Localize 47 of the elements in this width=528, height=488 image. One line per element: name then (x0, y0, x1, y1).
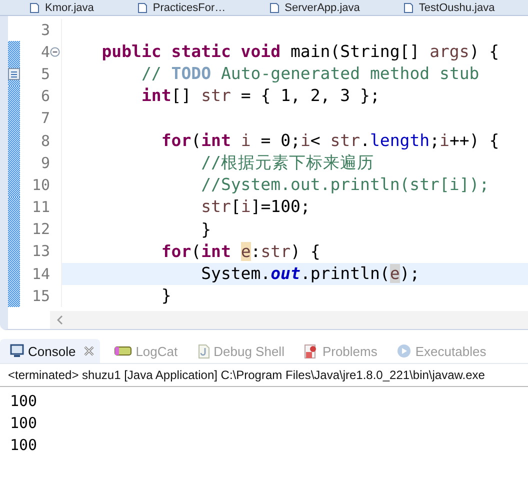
console-output-line: 100 (10, 391, 38, 412)
code-line: int[] str = { 1, 2, 3 }; (140, 88, 380, 105)
editor-tab[interactable]: PracticesFor… (138, 2, 226, 14)
code-line: System.out.println(e); (200, 266, 420, 282)
java-file-icon (270, 2, 279, 12)
code-editor[interactable] (0, 16, 528, 330)
logcat-icon (114, 344, 132, 358)
line-number: 11 (30, 200, 50, 216)
line-number: 8 (40, 134, 50, 149)
line-number: 7 (40, 111, 50, 126)
java-file-icon (404, 2, 413, 12)
java-file-icon (30, 2, 39, 12)
code-line: } (160, 288, 172, 305)
play-icon (397, 344, 412, 358)
line-number: 5 (40, 66, 50, 82)
code-line: str[i]=100; (200, 199, 310, 216)
problems-icon (304, 344, 318, 359)
view-tab[interactable]: Console (0, 339, 100, 364)
line-number: 14 (30, 266, 50, 282)
code-line: // TODO Auto-generated method stub (140, 66, 480, 83)
code-line: public static void main(String[] args) { (100, 44, 500, 61)
monitor-icon (10, 344, 24, 358)
horizontal-scrollbar[interactable] (50, 311, 528, 330)
console-output-line: 100 (10, 435, 38, 456)
line-number: 13 (30, 244, 50, 260)
java-file-icon (138, 2, 147, 12)
editor-tab[interactable]: TestOushu.java (404, 2, 495, 14)
collapse-icon[interactable] (50, 47, 60, 58)
code-line: //System.out.println(str[i]); (200, 177, 490, 194)
line-number: 10 (30, 178, 50, 193)
code-line: for(int i = 0;i< str.length;i++) { (160, 132, 500, 150)
line-number: 15 (30, 288, 50, 304)
line-number: 12 (30, 222, 50, 238)
file-icon (198, 344, 210, 359)
line-number: 3 (40, 22, 50, 38)
code-line: } (200, 222, 212, 238)
close-icon[interactable] (84, 346, 94, 356)
code-line: //根据元素下标来遍历 (200, 154, 374, 172)
console-status: <terminated> shuzu1 [Java Application] C:\Program Files\Java\jre1.8.0_221\bin\javaw.exe (0, 364, 528, 388)
chevron-left-icon[interactable] (56, 315, 63, 326)
editor-tab[interactable]: ServerApp.java (270, 2, 360, 14)
line-number: 9 (40, 156, 50, 171)
code-line: for(int e:str) { (160, 244, 320, 260)
editor-tab[interactable]: Kmor.java (30, 2, 94, 14)
line-number: 6 (40, 89, 50, 104)
line-number: 4 (40, 44, 50, 60)
console-output-line: 100 (10, 413, 38, 434)
